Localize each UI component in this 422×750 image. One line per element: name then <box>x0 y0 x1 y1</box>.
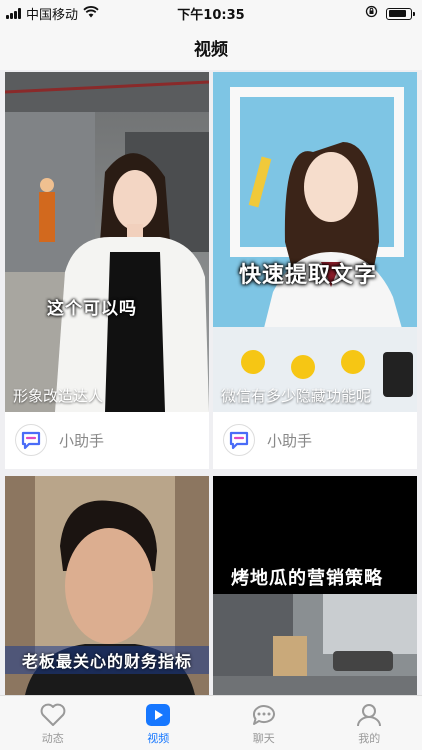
video-card[interactable]: 烤地瓜的营销策略 <box>213 476 417 695</box>
assistant-logo-icon <box>229 431 249 450</box>
video-thumbnail[interactable]: 烤地瓜的营销策略 <box>213 476 417 695</box>
video-overlay-text: 老板最关心的财务指标 <box>5 646 209 674</box>
author-row: 小助手 <box>5 411 209 469</box>
status-right <box>365 5 415 22</box>
video-overlay-text: 烤地瓜的营销策略 <box>231 568 383 589</box>
author-avatar <box>223 424 255 456</box>
video-overlay-text: 这个可以吗 <box>47 299 137 319</box>
video-frame-image <box>213 72 417 412</box>
author-name: 小助手 <box>267 431 313 450</box>
tab-chat[interactable]: 聊天 <box>211 696 317 750</box>
video-frame-image <box>5 72 209 412</box>
clock: 下午10:35 <box>177 8 245 23</box>
status-bar: 中国移动 下午10:35 <box>0 0 422 24</box>
author-row: 小助手 <box>213 411 417 469</box>
video-overlay-text: 快速提取文字 <box>239 263 378 288</box>
video-thumbnail[interactable]: 这个可以吗 形象改造达人 <box>5 72 209 412</box>
page-title: 视频 <box>194 39 228 60</box>
video-card[interactable]: 快速提取文字 微信有多少隐藏功能呢 小助手 <box>213 72 417 469</box>
video-thumbnail[interactable]: 老板最关心的财务指标 <box>5 476 209 695</box>
tab-video[interactable]: 视频 <box>106 696 212 750</box>
chat-bubble-icon <box>252 705 275 725</box>
author-avatar <box>15 424 47 456</box>
video-title: 形象改造达人 <box>13 387 104 405</box>
tab-label: 我的 <box>358 732 381 745</box>
heart-icon <box>40 703 66 726</box>
person-icon <box>357 704 382 727</box>
video-thumbnail[interactable]: 快速提取文字 微信有多少隐藏功能呢 <box>213 72 417 412</box>
assistant-logo-icon <box>21 431 41 450</box>
orientation-lock-icon <box>365 5 378 22</box>
battery-icon <box>386 7 415 20</box>
video-play-icon <box>146 704 171 726</box>
video-card[interactable]: 这个可以吗 形象改造达人 小助手 <box>5 72 209 469</box>
navigation-bar: 视频 <box>0 24 422 70</box>
author-name: 小助手 <box>59 431 105 450</box>
tab-me[interactable]: 我的 <box>317 696 422 750</box>
tab-bar: 动态 视频 聊天 我的 <box>0 695 422 750</box>
tab-dynamic[interactable]: 动态 <box>0 696 106 750</box>
tab-label: 聊天 <box>252 732 275 745</box>
tab-label: 动态 <box>41 732 64 745</box>
tab-label: 视频 <box>147 732 170 745</box>
video-card[interactable]: 老板最关心的财务指标 <box>5 476 209 695</box>
video-title: 微信有多少隐藏功能呢 <box>221 387 372 405</box>
